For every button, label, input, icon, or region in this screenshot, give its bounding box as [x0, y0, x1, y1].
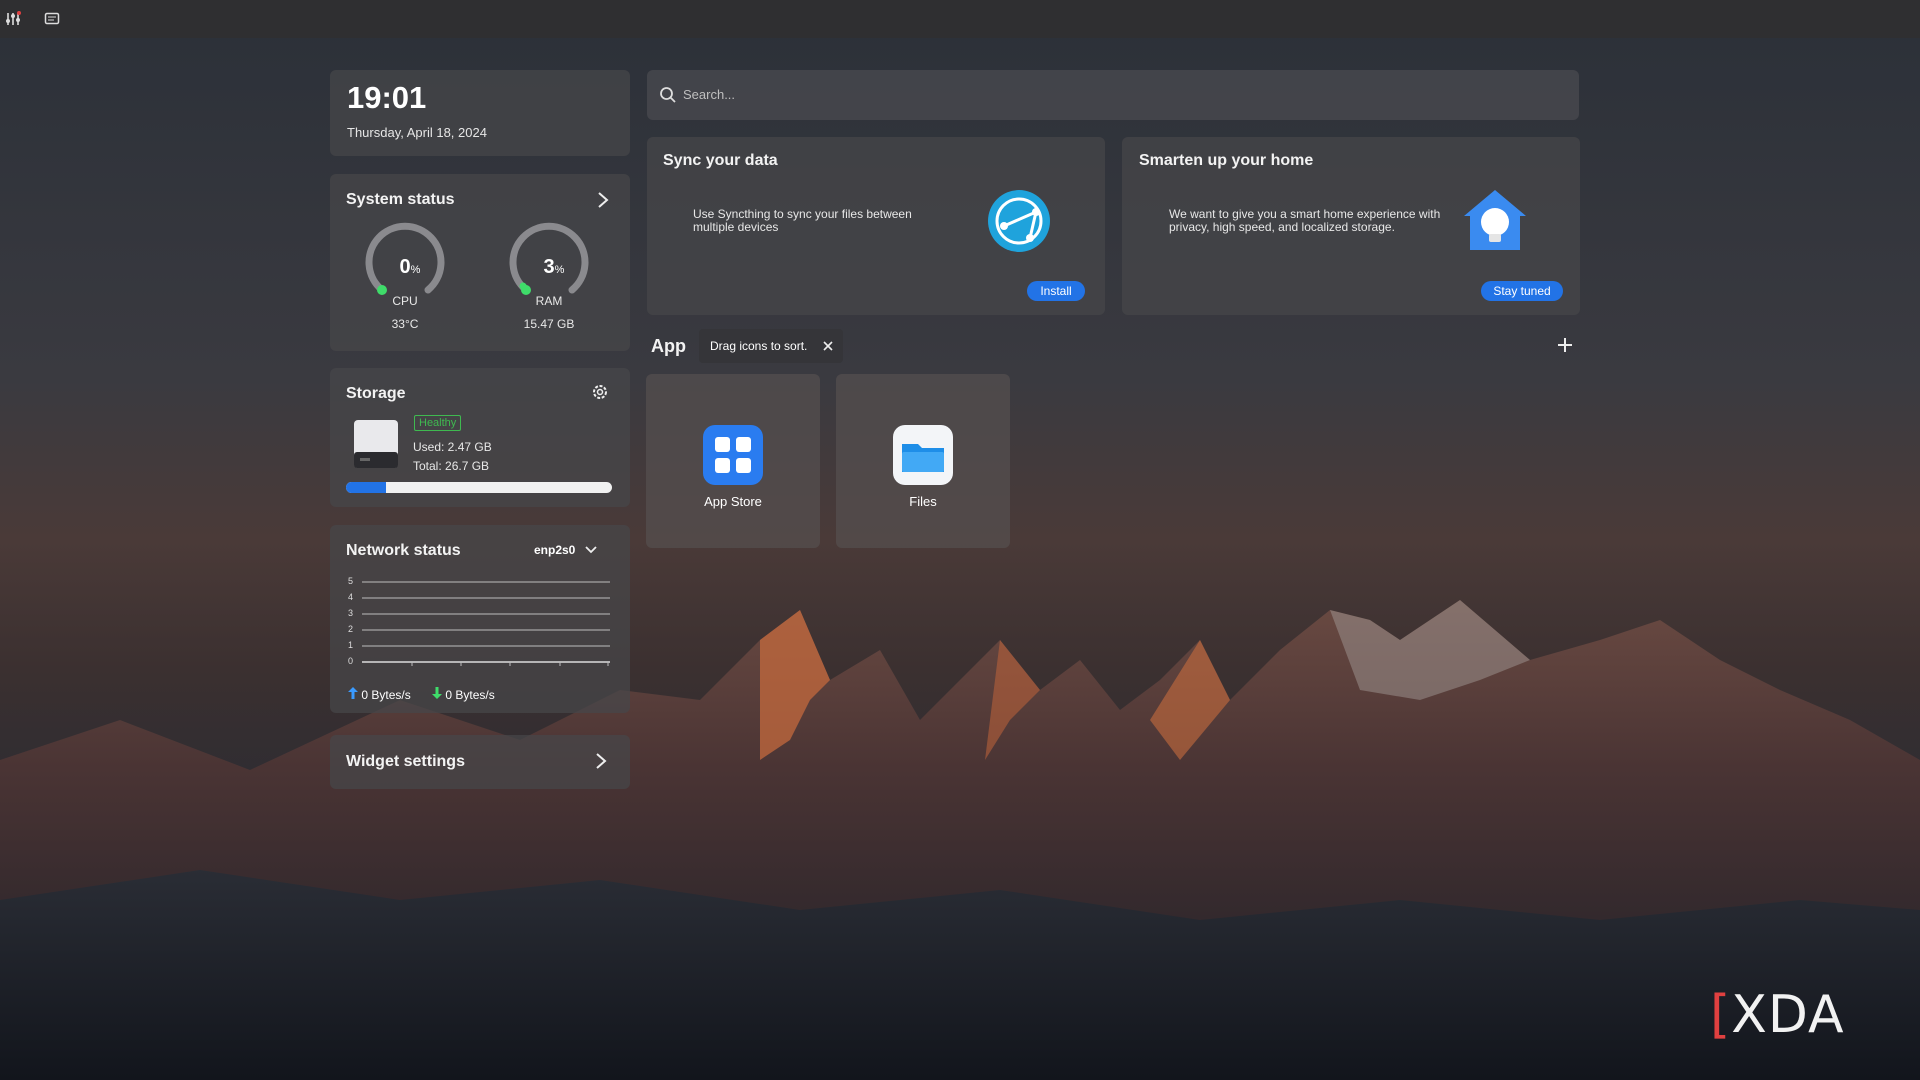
- network-y-tick: 5: [348, 576, 354, 586]
- cpu-label: CPU: [392, 294, 418, 308]
- app-store-icon: [703, 425, 763, 485]
- widget-settings-chevron-icon[interactable]: [594, 751, 608, 776]
- network-status-title: Network status: [346, 542, 461, 559]
- storage-progress-bar: [346, 482, 612, 493]
- files-label: Files: [909, 494, 937, 509]
- search-input[interactable]: Search...: [647, 70, 1579, 120]
- xda-watermark-text: XDA: [1731, 985, 1845, 1045]
- download-arrow-icon: [432, 687, 442, 699]
- syncthing-icon: [988, 190, 1050, 252]
- ram-size: 15.47 GB: [523, 317, 575, 331]
- folder-icon: [893, 425, 953, 485]
- app-tile-app-store[interactable]: App Store: [646, 374, 820, 548]
- disk-drive-icon: [354, 420, 398, 468]
- network-interface-select[interactable]: enp2s0: [534, 543, 597, 557]
- add-app-plus-icon[interactable]: [1556, 336, 1574, 359]
- cpu-temperature: 33°C: [391, 317, 419, 331]
- upload-rate-value: 0 Bytes/s: [361, 688, 411, 702]
- drag-sort-tooltip: Drag icons to sort.: [699, 329, 843, 363]
- app-store-label: App Store: [704, 494, 762, 509]
- chevron-down-icon: [585, 546, 597, 554]
- upload-arrow-icon: [348, 687, 358, 699]
- app-tile-files[interactable]: Files: [836, 374, 1010, 548]
- search-placeholder: Search...: [683, 87, 736, 102]
- storage-title: Storage: [346, 385, 406, 402]
- network-y-tick: 1: [348, 640, 354, 650]
- smart-home-promo-title: Smarten up your home: [1139, 152, 1314, 169]
- network-chart: [362, 581, 610, 666]
- clock-time: 19:01: [347, 80, 427, 115]
- system-status-title: System status: [346, 191, 455, 208]
- storage-settings-gear-icon[interactable]: [591, 383, 609, 406]
- storage-progress-fill: [346, 482, 386, 493]
- network-y-tick: 3: [348, 608, 354, 618]
- ram-label: RAM: [535, 294, 563, 308]
- storage-health-badge: Healthy: [414, 415, 462, 431]
- install-button[interactable]: Install: [1027, 281, 1085, 301]
- network-y-tick: 0: [348, 656, 354, 666]
- download-rate-value: 0 Bytes/s: [445, 688, 495, 702]
- apps-section-title: App: [651, 336, 686, 356]
- smart-home-promo-text: We want to give you a smart home experie…: [1169, 207, 1441, 234]
- search-icon: [660, 87, 676, 103]
- sync-promo-title: Sync your data: [663, 152, 778, 169]
- network-y-tick: 2: [348, 624, 354, 634]
- drag-sort-tooltip-text: Drag icons to sort.: [710, 339, 808, 353]
- smart-home-bulb-icon: [1464, 190, 1526, 250]
- sync-promo-text: Use Syncthing to sync your files between…: [693, 207, 912, 234]
- cpu-gauge-value: 0%: [399, 256, 421, 278]
- settings-sliders-icon[interactable]: [2, 8, 24, 30]
- ram-gauge-value: 3%: [543, 256, 565, 278]
- xda-watermark: [XDA: [1710, 985, 1845, 1045]
- storage-total: Total: 26.7 GB: [413, 459, 490, 473]
- download-rate: 0 Bytes/s: [432, 687, 495, 702]
- stay-tuned-button[interactable]: Stay tuned: [1481, 281, 1563, 301]
- system-status-chevron-icon[interactable]: [596, 190, 610, 215]
- widget-settings-title: Widget settings: [346, 753, 465, 770]
- network-interface-value: enp2s0: [534, 543, 576, 557]
- top-bar: [0, 0, 1920, 38]
- network-y-tick: 4: [348, 592, 354, 602]
- upload-rate: 0 Bytes/s: [348, 687, 411, 702]
- messages-icon[interactable]: [41, 8, 63, 30]
- clock-date: Thursday, April 18, 2024: [347, 125, 487, 140]
- close-icon[interactable]: [822, 340, 834, 352]
- storage-used: Used: 2.47 GB: [413, 440, 492, 454]
